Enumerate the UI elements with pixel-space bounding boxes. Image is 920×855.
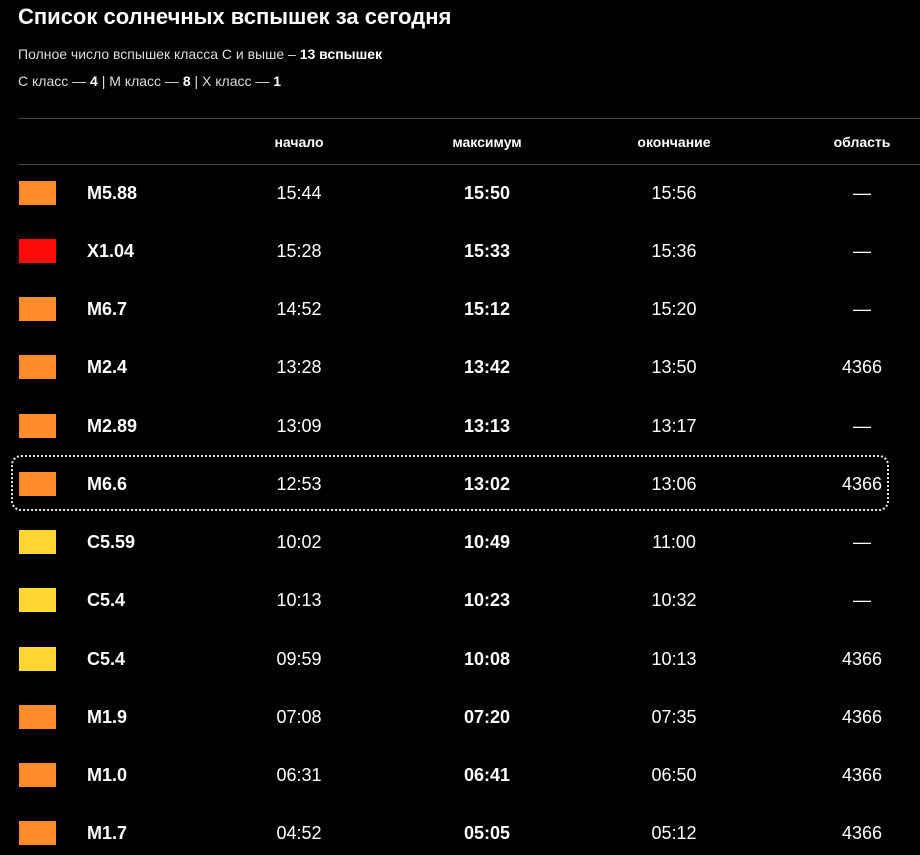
flare-peak-time: 13:42 — [463, 357, 511, 377]
flare-end-time: 15:36 — [651, 241, 697, 261]
flare-class-swatch — [19, 705, 56, 729]
flare-class: C5.4 — [87, 590, 126, 610]
flare-peak-time: 15:50 — [463, 183, 511, 203]
summary-line: Полное число вспышек класса C и выше – 1… — [18, 45, 382, 63]
flare-region: — — [853, 299, 871, 319]
c-class-label: C класс — — [18, 73, 87, 89]
m-class-label: M класс — — [109, 73, 179, 89]
flare-class-swatch — [19, 530, 56, 554]
flare-class: M5.88 — [87, 183, 138, 203]
separator: | — [194, 73, 199, 89]
x-class-label: X класс — — [202, 73, 270, 89]
flare-end-time: 10:32 — [651, 590, 697, 610]
flare-start-time: 13:09 — [276, 416, 322, 436]
flare-class-swatch — [19, 414, 56, 438]
flare-start-time: 04:52 — [276, 823, 322, 843]
flare-class: X1.04 — [87, 241, 135, 261]
summary-total: 13 вспышек — [299, 46, 383, 62]
flare-peak-time: 05:05 — [463, 823, 511, 843]
flare-end-time: 15:20 — [651, 299, 697, 319]
flare-class-swatch — [19, 763, 56, 787]
header-divider — [18, 164, 920, 165]
flare-row[interactable]: C5.4 09:59 10:08 10:13 4366 — [0, 641, 920, 681]
column-header-end: окончание — [637, 134, 711, 150]
flare-region: — — [853, 183, 871, 203]
flare-class: M2.89 — [87, 416, 138, 436]
column-header-region: область — [833, 134, 891, 150]
flare-row[interactable]: M1.9 07:08 07:20 07:35 4366 — [0, 699, 920, 739]
c-class-count: 4 — [90, 73, 98, 89]
m-class-count: 8 — [182, 73, 191, 89]
flare-peak-time: 13:13 — [463, 416, 511, 436]
flare-end-time: 13:50 — [651, 357, 697, 377]
flare-row[interactable]: M5.88 15:44 15:50 15:56 — — [0, 175, 920, 215]
flare-class: M1.7 — [87, 823, 128, 843]
flare-class: M1.9 — [87, 707, 128, 727]
flare-peak-time: 07:20 — [463, 707, 511, 727]
flare-class: C5.59 — [87, 532, 136, 552]
flare-row[interactable]: C5.59 10:02 10:49 11:00 — — [0, 524, 920, 564]
flare-region: 4366 — [841, 649, 883, 669]
separator: | — [101, 73, 106, 89]
flare-peak-time: 06:41 — [463, 765, 511, 785]
flare-row[interactable]: M1.7 04:52 05:05 05:12 4366 — [0, 815, 920, 855]
flare-region: — — [853, 590, 871, 610]
selected-row-outline — [11, 455, 889, 511]
flare-start-time: 15:44 — [276, 183, 322, 203]
column-header-peak: максимум — [452, 134, 522, 150]
flare-end-time: 11:00 — [652, 532, 696, 552]
flare-start-time: 15:28 — [276, 241, 322, 261]
x-class-count: 1 — [273, 73, 282, 89]
flare-class-swatch — [19, 181, 56, 205]
flare-end-time: 15:56 — [651, 183, 697, 203]
flare-end-time: 10:13 — [651, 649, 697, 669]
flare-start-time: 07:08 — [276, 707, 322, 727]
flare-row[interactable]: M2.89 13:09 13:13 13:17 — — [0, 408, 920, 448]
class-breakdown: C класс — 4 | M класс — 8 | X класс — 1 — [18, 72, 281, 90]
column-header-start: начало — [274, 134, 324, 150]
flare-row[interactable]: M6.7 14:52 15:12 15:20 — — [0, 291, 920, 331]
flare-class: M1.0 — [87, 765, 128, 785]
flare-peak-time: 10:49 — [463, 532, 511, 552]
flare-class-swatch — [19, 355, 56, 379]
flare-row[interactable]: C5.4 10:13 10:23 10:32 — — [0, 582, 920, 622]
flare-region: 4366 — [841, 707, 883, 727]
flare-peak-time: 15:33 — [463, 241, 511, 261]
flare-class: M2.4 — [87, 357, 128, 377]
divider — [18, 118, 920, 119]
flare-row[interactable]: X1.04 15:28 15:33 15:36 — — [0, 233, 920, 273]
flare-start-time: 10:13 — [276, 590, 322, 610]
flare-class: C5.4 — [87, 649, 126, 669]
flare-start-time: 14:52 — [276, 299, 322, 319]
flare-class: M6.7 — [87, 299, 128, 319]
flare-region: — — [853, 241, 871, 261]
flare-region: — — [853, 416, 871, 436]
flare-row[interactable]: M2.4 13:28 13:42 13:50 4366 — [0, 349, 920, 389]
flare-region: 4366 — [841, 823, 883, 843]
flare-class-swatch — [19, 588, 56, 612]
flare-class-swatch — [19, 297, 56, 321]
flare-peak-time: 10:23 — [463, 590, 511, 610]
flare-end-time: 13:17 — [651, 416, 697, 436]
flare-region: 4366 — [841, 357, 883, 377]
flare-region: 4366 — [841, 765, 883, 785]
flare-class-swatch — [19, 821, 56, 845]
flare-list-page: Список солнечных вспышек за сегодня Полн… — [0, 0, 920, 852]
flare-start-time: 13:28 — [276, 357, 322, 377]
flare-end-time: 06:50 — [651, 765, 697, 785]
flare-row[interactable]: M1.0 06:31 06:41 06:50 4366 — [0, 757, 920, 797]
flare-end-time: 07:35 — [651, 707, 697, 727]
flare-start-time: 10:02 — [276, 532, 322, 552]
page-title: Список солнечных вспышек за сегодня — [18, 4, 452, 29]
flare-class-swatch — [19, 647, 56, 671]
flare-peak-time: 15:12 — [463, 299, 511, 319]
flare-start-time: 09:59 — [276, 649, 322, 669]
summary-prefix: Полное число вспышек класса C и выше – — [18, 46, 296, 62]
flare-start-time: 06:31 — [276, 765, 322, 785]
flare-region: — — [853, 532, 871, 552]
flare-peak-time: 10:08 — [463, 649, 511, 669]
flare-end-time: 05:12 — [651, 823, 697, 843]
flare-class-swatch — [19, 239, 56, 263]
